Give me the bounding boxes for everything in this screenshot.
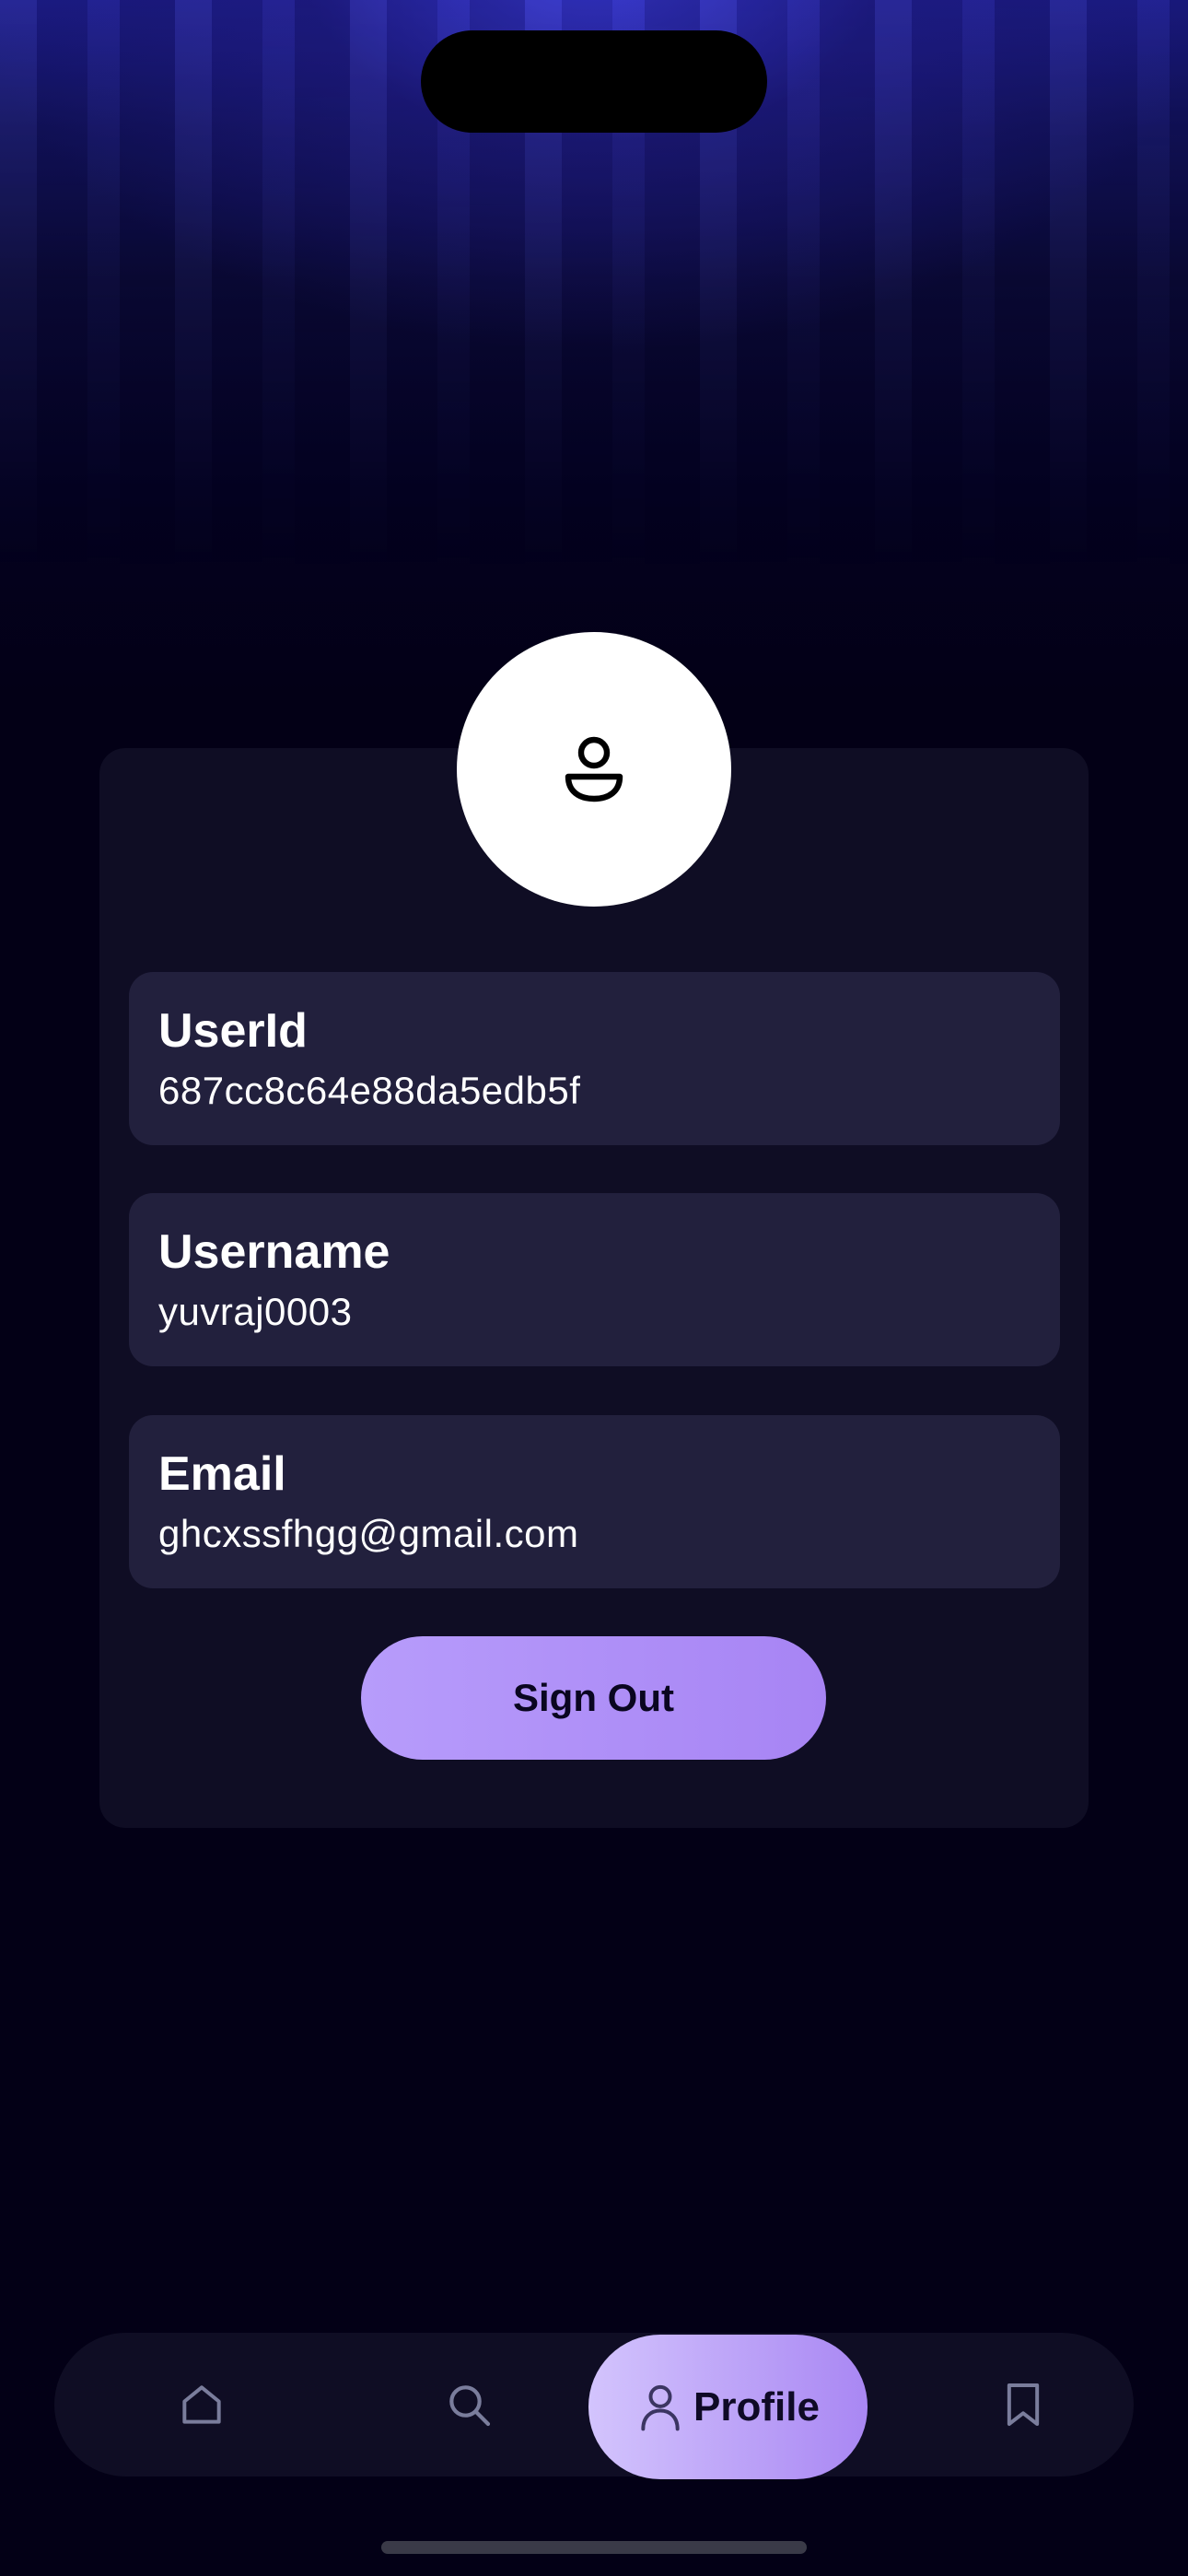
tab-home[interactable] [156,2333,248,2476]
sign-out-button[interactable]: Sign Out [361,1636,826,1760]
tab-search[interactable] [423,2333,515,2476]
home-indicator [381,2541,807,2554]
tab-profile[interactable]: Profile [588,2335,868,2479]
avatar [457,632,731,907]
email-field: Email ghcxssfhgg@gmail.com [129,1415,1060,1588]
user-icon [565,736,623,802]
home-icon [182,2385,221,2424]
userid-field: UserId 687cc8c64e88da5edb5f [129,972,1060,1145]
username-label: Username [158,1225,390,1279]
email-value: ghcxssfhgg@gmail.com [158,1512,579,1555]
tab-profile-label: Profile [693,2383,820,2430]
email-label: Email [158,1447,286,1501]
userid-label: UserId [158,1004,308,1058]
search-icon [449,2385,491,2427]
userid-value: 687cc8c64e88da5edb5f [158,1069,581,1112]
bookmark-icon [1007,2383,1040,2426]
dynamic-island [421,30,767,133]
profile-screen: UserId 687cc8c64e88da5edb5f Username yuv… [0,0,1188,2576]
tab-bookmark[interactable] [977,2333,1069,2476]
username-field: Username yuvraj0003 [129,1193,1060,1366]
username-value: yuvraj0003 [158,1290,353,1333]
user-icon [641,2384,680,2430]
